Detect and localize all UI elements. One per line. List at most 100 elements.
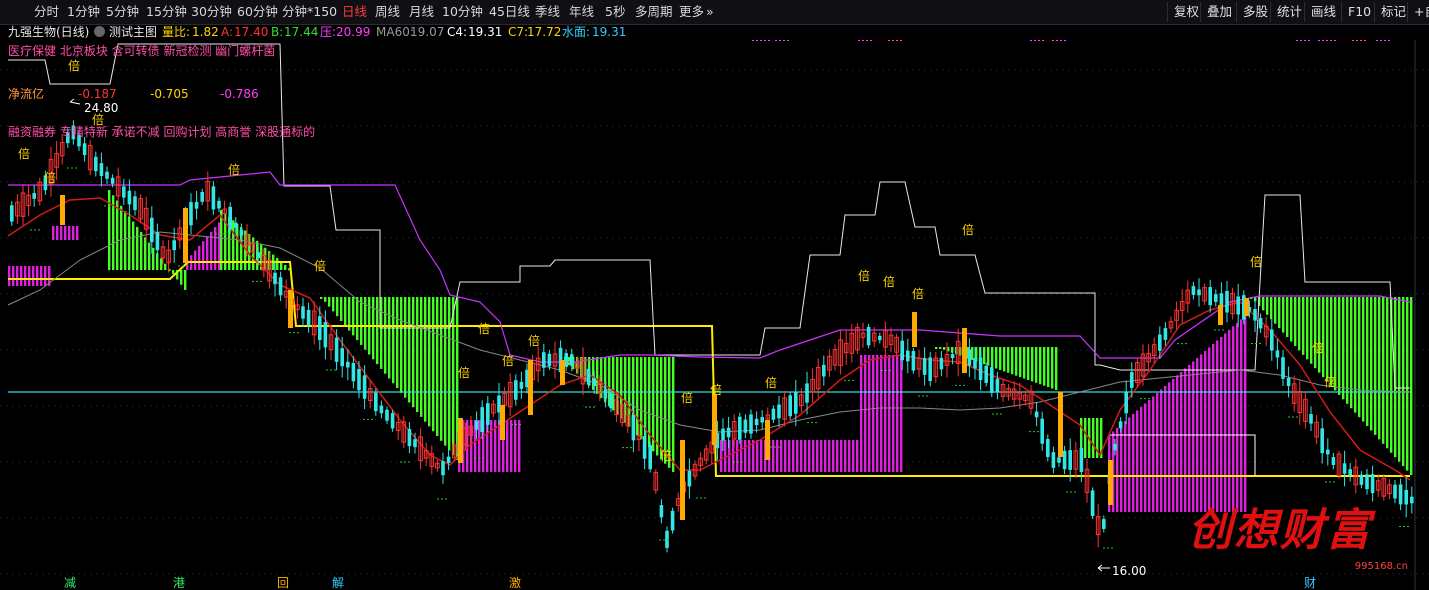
price-low-label: 16.00	[1112, 564, 1147, 578]
indicator-bar	[880, 355, 883, 472]
dot-marker	[858, 40, 860, 41]
bei-marker: 倍	[228, 162, 240, 177]
tab-period-5[interactable]: 30分钟	[191, 0, 232, 24]
indicator-bar	[236, 223, 239, 270]
indicator-bar	[1180, 371, 1183, 512]
candle-body-down	[189, 202, 193, 226]
dot-marker	[787, 40, 789, 41]
tab-period-7[interactable]: 分钟*150	[282, 0, 337, 24]
bei-marker: 倍	[44, 170, 56, 185]
event-marker-gang[interactable]: 港	[173, 576, 185, 590]
tab-period-3[interactable]: 5分钟	[106, 0, 139, 24]
tab-period-16[interactable]: 多周期	[635, 0, 673, 24]
candle-body-down	[362, 375, 367, 399]
candle-body-down	[911, 351, 916, 371]
indicator-bar	[1232, 326, 1235, 512]
event-marker-hui[interactable]: 回	[277, 576, 289, 590]
indicator-bar	[740, 440, 743, 472]
dot-marker	[1030, 40, 1032, 41]
indicator-bar	[440, 297, 443, 441]
tab-more[interactable]: 更多»	[679, 0, 714, 24]
indicator-bar	[1047, 347, 1050, 388]
indicator-bar	[432, 297, 435, 432]
overlay-button[interactable]: 叠加	[1200, 2, 1232, 22]
net-flow-value-1: -0.187	[78, 87, 117, 101]
indicator-bar	[1007, 347, 1010, 373]
tab-period-4[interactable]: 15分钟	[146, 0, 187, 24]
tab-period-13[interactable]: 季线	[535, 0, 560, 24]
indicator-bar	[52, 226, 55, 240]
indicator-bar	[760, 440, 763, 472]
tab-period-9[interactable]: 周线	[375, 0, 400, 24]
tab-period-15[interactable]: 5秒	[605, 0, 625, 24]
tab-period-2[interactable]: 1分钟	[67, 0, 100, 24]
indicator-bar	[1362, 297, 1365, 422]
event-marker-jian[interactable]: 减	[64, 576, 76, 590]
statistics-button[interactable]: 统计	[1270, 2, 1302, 22]
tab-period-1[interactable]: 分时	[34, 0, 59, 24]
candle-body-down	[950, 354, 955, 359]
indicator-bar	[1160, 389, 1163, 512]
dot-marker	[1384, 40, 1386, 41]
indicator-bar	[1286, 297, 1289, 338]
candle-body-down	[318, 316, 322, 341]
candle-body-down	[306, 309, 311, 326]
indicator-bar	[420, 297, 423, 417]
tab-period-10[interactable]: 月线	[409, 0, 434, 24]
dot-marker	[779, 40, 781, 41]
indicator-bar	[812, 440, 815, 472]
candle-body-down	[519, 381, 524, 389]
event-marker-cai[interactable]: 财	[1304, 576, 1316, 590]
candle-body-down	[379, 405, 384, 414]
indicator-bar	[132, 221, 135, 270]
indicator-bar	[1220, 336, 1223, 512]
draw-line-button[interactable]: 画线	[1304, 2, 1336, 22]
settings-gear-icon[interactable]	[94, 26, 105, 37]
indicator-bar	[1132, 413, 1135, 512]
f10-button[interactable]: F10	[1341, 2, 1371, 22]
candle-body-down	[273, 272, 277, 285]
event-marker-ji[interactable]: 激	[509, 576, 521, 590]
candle-body-down	[99, 163, 104, 177]
indicator-name[interactable]: 测试主图	[109, 24, 157, 40]
tab-period-14[interactable]: 年线	[569, 0, 594, 24]
mark-button[interactable]: 标记	[1374, 2, 1406, 22]
candle-body-down	[878, 335, 882, 341]
tab-period-active[interactable]: 日线	[342, 0, 367, 24]
indicator-bar	[1322, 297, 1325, 378]
multi-stock-button[interactable]: 多股	[1236, 2, 1268, 22]
indicator-bar	[1270, 297, 1273, 320]
add-custom-button[interactable]: +自	[1407, 2, 1429, 22]
metric-label-3: 压:	[320, 25, 337, 39]
candle-body-down	[1342, 463, 1347, 474]
watermark-text: 创想财富	[1188, 505, 1372, 556]
tab-period-12[interactable]: 45日线	[489, 0, 530, 24]
event-marker-jie[interactable]: 解	[332, 576, 344, 590]
restore-rights-button[interactable]: 复权	[1167, 2, 1199, 22]
indicator-bar	[756, 440, 759, 472]
indicator-bar	[400, 297, 403, 393]
period-toolbar: 分时 1分钟 5分钟 15分钟 30分钟 60分钟 分钟*150 日线 周线 月…	[0, 0, 1429, 25]
stock-name: 九强生物(日线)	[8, 25, 90, 39]
tab-period-6[interactable]: 60分钟	[237, 0, 278, 24]
indicator-lines	[7, 43, 1411, 481]
indicator-bar	[888, 355, 891, 472]
indicator-bar	[1278, 297, 1281, 329]
highlight-candle	[765, 420, 770, 460]
candle-body-down	[1214, 294, 1218, 302]
candle-body-down	[407, 429, 412, 447]
indicator-bar	[518, 420, 521, 472]
candle-body-down	[631, 415, 636, 441]
metric-label-7: 水面:	[562, 25, 591, 39]
indicator-bar	[796, 440, 799, 472]
dot-marker	[756, 40, 758, 41]
indicator-bar	[1398, 297, 1401, 462]
tab-period-11[interactable]: 10分钟	[442, 0, 483, 24]
indicator-bar	[428, 297, 431, 427]
candle-body-down	[1398, 484, 1403, 505]
dot-marker	[896, 40, 898, 41]
indicator-bar	[388, 297, 391, 379]
candle-body-down	[542, 352, 546, 368]
indicator-bar	[180, 270, 183, 285]
indicator-bar	[1354, 297, 1357, 413]
